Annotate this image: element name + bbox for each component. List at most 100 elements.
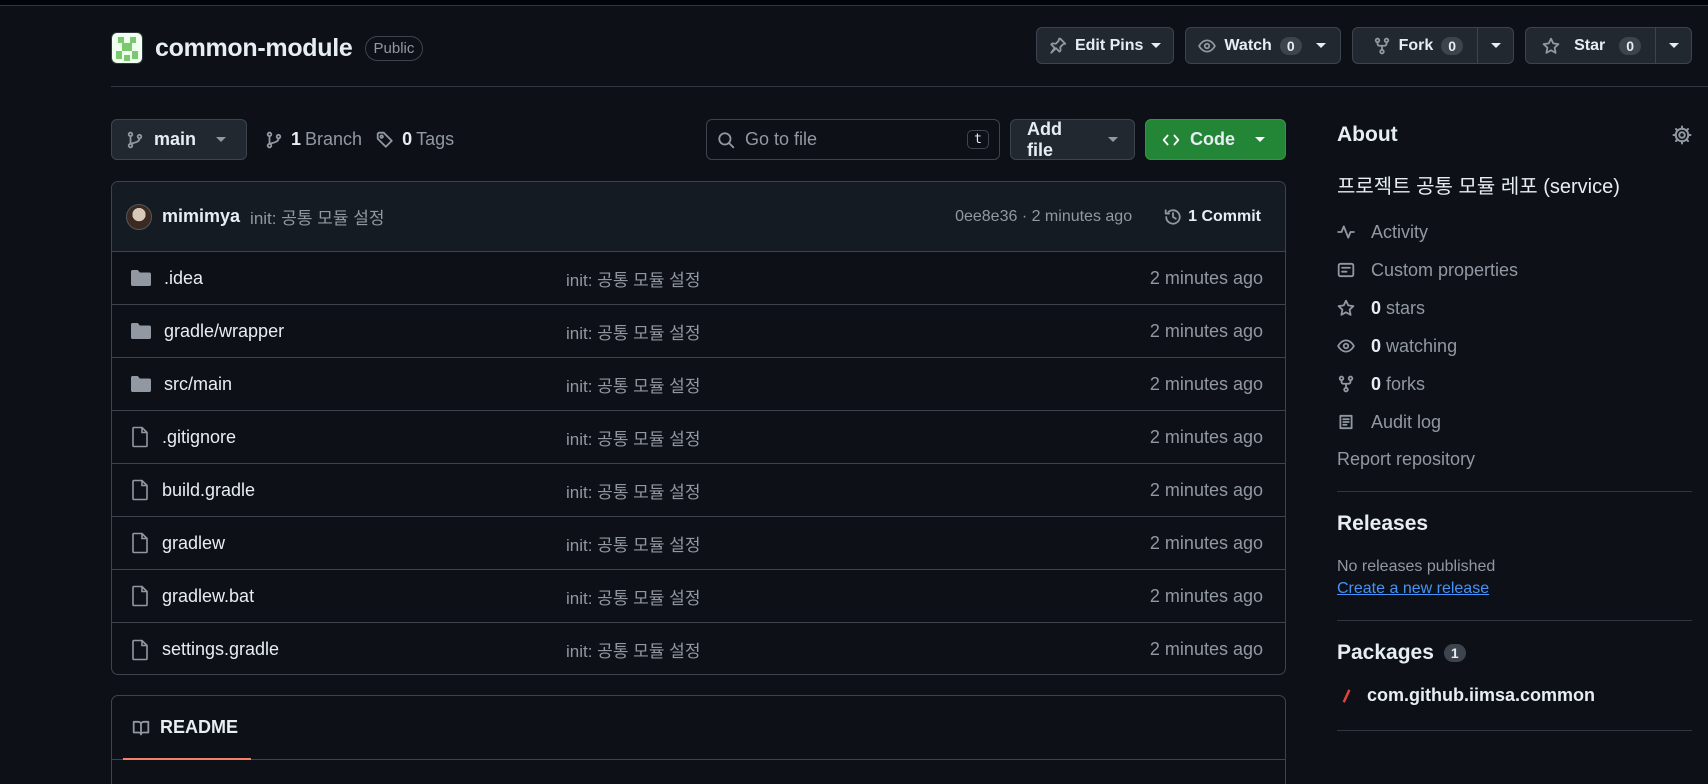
fork-label: Fork [1398,36,1434,54]
report-repository-link[interactable]: Report repository [1337,441,1692,477]
git-branch-icon [266,131,282,148]
table-row[interactable]: settings.gradle init: 공통 모듈 설정 2 minutes a… [112,623,1285,674]
custom-properties-label: Custom properties [1371,259,1519,280]
commit-message[interactable]: init: 공통 모듈 설정 [250,204,384,229]
file-name[interactable]: settings.gradle [162,639,279,660]
releases-title[interactable]: Releases [1337,512,1692,536]
file-commit-message[interactable]: init: 공통 모듈 설정 [566,637,700,662]
code-button[interactable]: Code [1145,119,1286,160]
gear-icon[interactable] [1672,125,1692,145]
folder-icon [130,321,152,341]
readme-label: README [160,717,239,737]
file-commit-time: 2 minutes ago [1149,585,1263,606]
package-item[interactable]: com.github.iimsa.common [1337,685,1692,706]
file-commit-message[interactable]: init: 공통 모듈 설정 [566,531,700,556]
add-file-button[interactable]: Add file [1010,119,1135,160]
file-name[interactable]: src/main [164,374,232,395]
star-dropdown[interactable] [1655,28,1691,63]
create-release-link[interactable]: Create a new release [1337,580,1692,598]
star-count: 0 [1619,36,1641,55]
table-row[interactable]: .idea init: 공통 모듈 설정 2 minutes ago [112,252,1285,305]
chevron-down-icon [1255,137,1265,142]
commit-author[interactable]: mimimya [162,206,240,227]
branches-link[interactable]: 1 Branch [265,129,362,150]
packages-count: 1 [1443,644,1466,662]
go-to-file-input[interactable]: Go to file t [706,119,1000,160]
file-name[interactable]: gradlew.bat [162,586,254,607]
file-commit-message[interactable]: init: 공통 모듈 설정 [566,478,700,503]
file-commit-time: 2 minutes ago [1149,320,1263,341]
forks-link[interactable]: 0 forks [1337,365,1692,403]
repo-name[interactable]: common-module [155,34,353,63]
commit-sha-time[interactable]: 0ee8e36 · 2 minutes ago [955,208,1132,226]
repo-avatar[interactable] [111,32,143,64]
custom-properties-link[interactable]: Custom properties [1337,251,1692,289]
star-button[interactable]: Star 0 [1525,27,1692,64]
table-row[interactable]: build.gradle init: 공통 모듈 설정 2 minutes ago [112,464,1285,517]
table-row[interactable]: gradlew.bat init: 공통 모듈 설정 2 minutes ago [112,570,1285,623]
file-name[interactable]: gradlew [162,533,225,554]
file-commit-message[interactable]: init: 공통 모듈 설정 [566,584,700,609]
watch-button[interactable]: Watch 0 [1185,27,1341,64]
top-border [0,0,1708,6]
latest-commit-bar: mimimya init: 공통 모듈 설정 0ee8e36 · 2 minut… [112,182,1285,252]
fork-button[interactable]: Fork 0 [1351,27,1515,64]
history-icon [1164,208,1181,225]
log-icon [1339,414,1353,430]
chevron-down-icon [1108,137,1118,142]
code-icon [1162,134,1180,145]
file-commit-time: 2 minutes ago [1149,479,1263,500]
file-name-cell: gradlew.bat [130,585,566,607]
avatar[interactable] [126,203,152,230]
file-name-cell: .idea [130,268,566,289]
file-commit-message[interactable]: init: 공통 모듈 설정 [566,266,700,291]
watching-count: 0 [1371,335,1382,356]
commit-count-label: 1 Commit [1188,207,1261,225]
code-label: Code [1190,129,1235,149]
file-commit-message[interactable]: init: 공통 모듈 설정 [566,372,700,397]
file-name[interactable]: build.gradle [162,480,255,501]
table-row[interactable]: gradle/wrapper init: 공통 모듈 설정 2 minutes ag… [112,305,1285,358]
folder-icon [130,374,152,394]
watch-label: Watch [1224,36,1272,54]
file-name[interactable]: .gitignore [162,427,236,448]
folder-icon [130,268,152,288]
file-name-cell: settings.gradle [130,639,566,661]
fork-dropdown[interactable] [1477,28,1513,63]
tags-link[interactable]: 0 Tags [376,129,454,150]
file-commit-message[interactable]: init: 공통 모듈 설정 [566,425,700,450]
table-row[interactable]: src/main init: 공통 모듈 설정 2 minutes ago [112,358,1285,411]
add-file-label: Add file [1027,118,1062,160]
stars-link[interactable]: 0 stars [1337,289,1692,327]
activity-link[interactable]: Activity [1337,213,1692,251]
audit-log-link[interactable]: Audit log [1337,403,1692,441]
watching-link[interactable]: 0 watching [1337,327,1692,365]
file-icon [130,426,150,448]
edit-pins-button[interactable]: Edit Pins [1035,27,1175,64]
package-icon [1342,688,1351,703]
file-commit-message[interactable]: init: 공통 모듈 설정 [566,319,700,344]
file-commit-time: 2 minutes ago [1149,426,1263,447]
branch-selector[interactable]: main [111,119,247,160]
readme-tab[interactable]: README [112,696,1285,760]
file-name[interactable]: gradle/wrapper [164,321,284,342]
header-divider [111,86,1708,87]
audit-log-label: Audit log [1371,411,1442,432]
repo-header: common-module Public [111,28,424,68]
book-icon [132,720,150,735]
file-commit-time: 2 minutes ago [1149,532,1263,553]
active-tab-underline [123,758,251,760]
activity-label: Activity [1371,221,1429,242]
file-icon [130,585,150,607]
commit-history-link[interactable]: 1 Commit [1154,208,1271,226]
about-header: About [1337,118,1692,152]
table-row[interactable]: .gitignore init: 공통 모듈 설정 2 minutes ago [112,411,1285,464]
file-name-cell: build.gradle [130,479,566,501]
sidebar-divider [1337,620,1692,621]
table-row[interactable]: gradlew init: 공통 모듈 설정 2 minutes ago [112,517,1285,570]
repo-forked-icon [1374,37,1389,54]
file-name[interactable]: .idea [164,268,203,289]
star-icon [1337,299,1355,316]
packages-title[interactable]: Packages [1337,641,1434,665]
pin-icon [1050,37,1067,54]
